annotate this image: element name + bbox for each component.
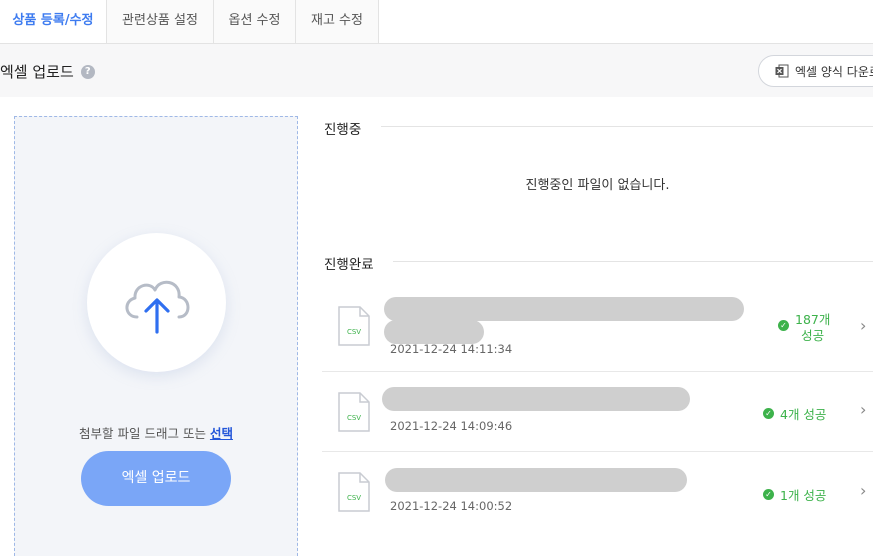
status-badge: ✓ 4개 성공 xyxy=(763,404,826,423)
status-badge: ✓ 1개 성공 xyxy=(763,485,826,504)
completed-file-row[interactable]: CSV 2021-12-24 14:00:52 ✓ 1개 성공 › xyxy=(322,452,873,534)
excel-template-download-button[interactable]: 엑셀 양식 다운로드 xyxy=(758,55,873,87)
chevron-right-icon[interactable]: › xyxy=(860,316,866,335)
drop-hint-text: 첨부할 파일 드래그 또는 xyxy=(79,426,210,441)
file-drop-zone[interactable]: 첨부할 파일 드래그 또는 선택 엑셀 업로드 xyxy=(14,116,298,556)
excel-upload-button[interactable]: 엑셀 업로드 xyxy=(81,451,231,506)
in-progress-title: 진행중 xyxy=(324,122,362,138)
tab-product-edit[interactable]: 상품 등록/수정 xyxy=(0,0,107,43)
tab-related-products[interactable]: 관련상품 설정 xyxy=(107,0,214,43)
status-word: 성공 xyxy=(801,328,825,343)
download-label: 엑셀 양식 다운로드 xyxy=(795,64,873,79)
completed-file-row[interactable]: CSV 2021-12-24 14:09:46 ✓ 4개 성공 › xyxy=(322,372,873,452)
csv-label: CSV xyxy=(347,328,361,336)
csv-file-icon: CSV xyxy=(338,392,370,432)
help-icon[interactable]: ? xyxy=(80,64,95,79)
check-circle-icon: ✓ xyxy=(763,489,774,500)
page-title-text: 엑셀 업로드 xyxy=(0,63,74,81)
check-circle-icon: ✓ xyxy=(778,320,789,331)
chevron-right-icon[interactable]: › xyxy=(860,481,866,500)
csv-label: CSV xyxy=(347,414,361,422)
tab-bar: 상품 등록/수정 관련상품 설정 옵션 수정 재고 수정 xyxy=(0,0,873,44)
cloud-upload-icon xyxy=(125,280,190,334)
file-name-redacted xyxy=(382,387,690,411)
select-file-link[interactable]: 선택 xyxy=(210,426,233,441)
file-date: 2021-12-24 14:09:46 xyxy=(390,419,513,433)
tab-option-edit[interactable]: 옵션 수정 xyxy=(214,0,296,43)
status-badge: ✓ 187개 성공 xyxy=(778,312,830,344)
status-text: 4개 성공 xyxy=(780,407,827,422)
file-name-redacted xyxy=(385,468,687,492)
status-count: 187개 xyxy=(795,312,831,327)
check-circle-icon: ✓ xyxy=(763,408,774,419)
tab-stock-edit[interactable]: 재고 수정 xyxy=(296,0,379,43)
status-text: 1개 성공 xyxy=(780,488,827,503)
file-name-redacted xyxy=(384,297,744,321)
csv-file-icon: CSV xyxy=(338,306,370,346)
completed-file-row[interactable]: CSV 2021-12-24 14:11:34 ✓ 187개 성공 › xyxy=(322,290,873,372)
upload-cloud-badge xyxy=(87,233,226,372)
completed-title: 진행완료 xyxy=(324,257,374,273)
csv-file-icon: CSV xyxy=(338,472,370,512)
drop-hint: 첨부할 파일 드래그 또는 선택 xyxy=(15,423,297,442)
file-date: 2021-12-24 14:11:34 xyxy=(390,342,513,356)
header-band: 엑셀 업로드 ? 엑셀 양식 다운로드 xyxy=(0,44,873,97)
section-divider xyxy=(393,261,873,262)
chevron-right-icon[interactable]: › xyxy=(860,400,866,419)
file-name-redacted xyxy=(384,320,484,344)
section-divider xyxy=(381,126,873,127)
in-progress-empty-message: 진행중인 파일이 없습니다. xyxy=(525,178,670,193)
excel-file-icon xyxy=(775,64,789,78)
csv-label: CSV xyxy=(347,494,361,502)
page-title: 엑셀 업로드 ? xyxy=(0,61,95,82)
file-date: 2021-12-24 14:00:52 xyxy=(390,499,513,513)
